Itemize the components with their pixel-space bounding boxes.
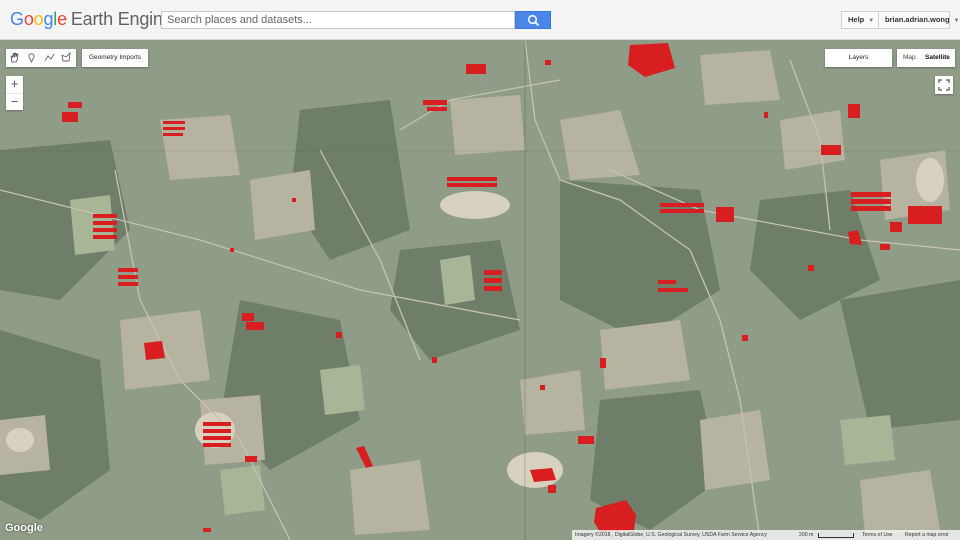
search-icon [527,14,540,27]
hand-icon [10,52,19,63]
help-label: Help [848,15,865,24]
account-button[interactable]: brian.adrian.wong ▼ [878,11,960,29]
report-error-link[interactable]: Report a map error [905,530,949,540]
search-button[interactable] [515,11,551,29]
scale-label: 200 m [799,532,814,538]
panel-resize-handle[interactable] [468,79,492,82]
line-tool-button[interactable] [41,49,58,67]
google-watermark: Google [5,522,43,534]
imagery-attribution: Imagery ©2018 , DigitalGlobe, U.S. Geolo… [575,532,767,538]
polygon-icon [61,52,71,62]
geometry-imports-button[interactable]: Geometry Imports [82,49,148,67]
layers-button[interactable]: Layers [825,49,892,67]
line-icon [44,53,55,62]
map-canvas[interactable] [0,40,960,540]
satellite-imagery [0,40,960,540]
chevron-down-icon: ▼ [953,18,960,24]
search-input[interactable] [161,11,515,29]
fullscreen-icon [938,79,950,91]
map-attribution-bar: Imagery ©2018 , DigitalGlobe, U.S. Geolo… [572,530,960,540]
map-type-control: Map Satellite [897,49,955,67]
marker-icon [28,53,35,63]
earth-engine-logo[interactable]: Google Earth Engine [10,9,173,30]
polygon-tool-button[interactable] [58,49,75,67]
help-button[interactable]: Help ▼ [841,11,882,29]
zoom-out-button[interactable]: − [6,94,23,111]
map-type-satellite-button[interactable]: Satellite [925,49,950,67]
top-bar: GoogleEarth Engine Help▼ brian.adrian.wo… [0,0,960,40]
drawing-tools [6,49,76,67]
map-type-map-button[interactable]: Map [903,49,916,67]
marker-tool-button[interactable] [23,49,40,67]
account-label: brian.adrian.wong [885,15,950,24]
google-logo-text: Google [10,9,67,29]
scale-bar [818,533,854,538]
zoom-control: + − [6,76,23,110]
terms-link[interactable]: Terms of Use [862,530,893,540]
hand-tool-button[interactable] [6,49,23,67]
zoom-in-button[interactable]: + [6,76,23,94]
product-name: Earth Engine [70,9,173,29]
fullscreen-button[interactable] [935,76,953,94]
chevron-down-icon: ▼ [868,18,875,24]
